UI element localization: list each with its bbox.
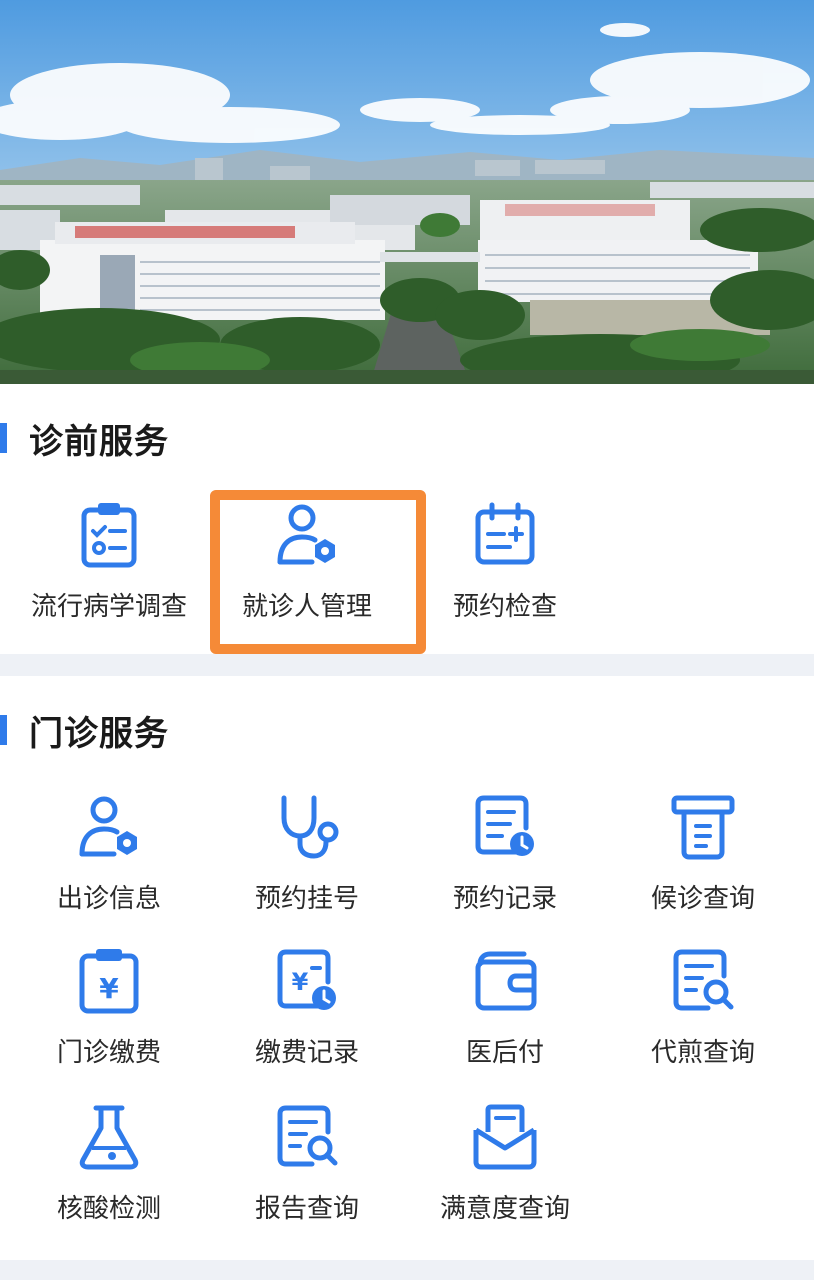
outpatient-payment-label: 门诊缴费 (56, 1038, 161, 1068)
svg-text:¥: ¥ (99, 972, 119, 1005)
pay-after-treatment-button[interactable]: 医后付 (406, 946, 604, 1069)
satisfaction-query-button[interactable]: 满意度查询 (406, 1102, 604, 1225)
payment-records-label: 缴费记录 (254, 1038, 359, 1068)
clinic-schedule-button[interactable]: 出诊信息 (10, 792, 208, 915)
clinic-schedule-label: 出诊信息 (56, 884, 161, 914)
pre-visit-section-header: 诊前服务 (0, 418, 169, 462)
envelope-icon (473, 1104, 537, 1170)
survey-clipboard-icon (81, 503, 137, 568)
pay-after-treatment-label: 医后付 (465, 1038, 544, 1068)
book-examination-label: 预约检查 (452, 592, 557, 622)
hospital-banner-image (0, 0, 814, 384)
satisfaction-query-label: 满意度查询 (439, 1194, 570, 1224)
epidemiology-survey-button[interactable]: 流行病学调查 (10, 500, 208, 623)
svg-text:¥: ¥ (292, 968, 309, 996)
section-accent-bar (0, 715, 7, 745)
patient-management-icon (277, 504, 335, 565)
stethoscope-icon (281, 795, 339, 859)
appointment-records-label: 预约记录 (452, 884, 557, 914)
waiting-queue-label: 候诊查询 (650, 884, 755, 914)
decoction-query-button[interactable]: 代煎查询 (604, 946, 802, 1069)
outpatient-section-title: 门诊服务 (29, 713, 169, 754)
report-query-button[interactable]: 报告查询 (208, 1102, 406, 1225)
book-examination-button[interactable]: 预约检查 (406, 500, 604, 623)
outpatient-section-header: 门诊服务 (0, 710, 169, 754)
patient-management-button[interactable]: 就诊人管理 (208, 500, 406, 623)
record-clock-icon (475, 795, 534, 856)
report-query-label: 报告查询 (254, 1194, 359, 1224)
outpatient-payment-button[interactable]: ¥ 门诊缴费 (10, 946, 208, 1069)
nucleic-acid-test-button[interactable]: 核酸检测 (10, 1102, 208, 1225)
flask-icon (79, 1105, 139, 1170)
book-registration-label: 预约挂号 (254, 884, 359, 914)
document-search-icon (673, 949, 734, 1011)
queue-ticket-icon (671, 795, 735, 860)
decoction-query-label: 代煎查询 (650, 1038, 755, 1068)
epidemiology-survey-label: 流行病学调查 (30, 592, 187, 622)
hospital-aerial-illustration (0, 0, 814, 384)
payment-record-icon: ¥ (277, 949, 336, 1010)
book-registration-button[interactable]: 预约挂号 (208, 792, 406, 915)
wallet-icon (475, 951, 537, 1011)
outpatient-services-section: 门诊服务 出诊信息 预约挂号 预约记录 候诊查询 ¥ 门诊缴费 ¥ 缴费记录 医… (0, 676, 814, 1260)
report-search-icon (277, 1105, 338, 1167)
payment-records-button[interactable]: ¥ 缴费记录 (208, 946, 406, 1069)
section-accent-bar (0, 423, 7, 453)
appointment-records-button[interactable]: 预约记录 (406, 792, 604, 915)
nucleic-acid-test-label: 核酸检测 (56, 1194, 161, 1224)
patient-management-label: 就诊人管理 (241, 592, 372, 622)
payment-clipboard-icon: ¥ (79, 949, 139, 1014)
pre-visit-services-section: 诊前服务 流行病学调查 就诊人管理 预约检查 (0, 384, 814, 654)
waiting-queue-button[interactable]: 候诊查询 (604, 792, 802, 915)
doctor-info-icon (79, 796, 137, 857)
pre-visit-section-title: 诊前服务 (29, 421, 169, 462)
calendar-add-icon (475, 502, 535, 565)
